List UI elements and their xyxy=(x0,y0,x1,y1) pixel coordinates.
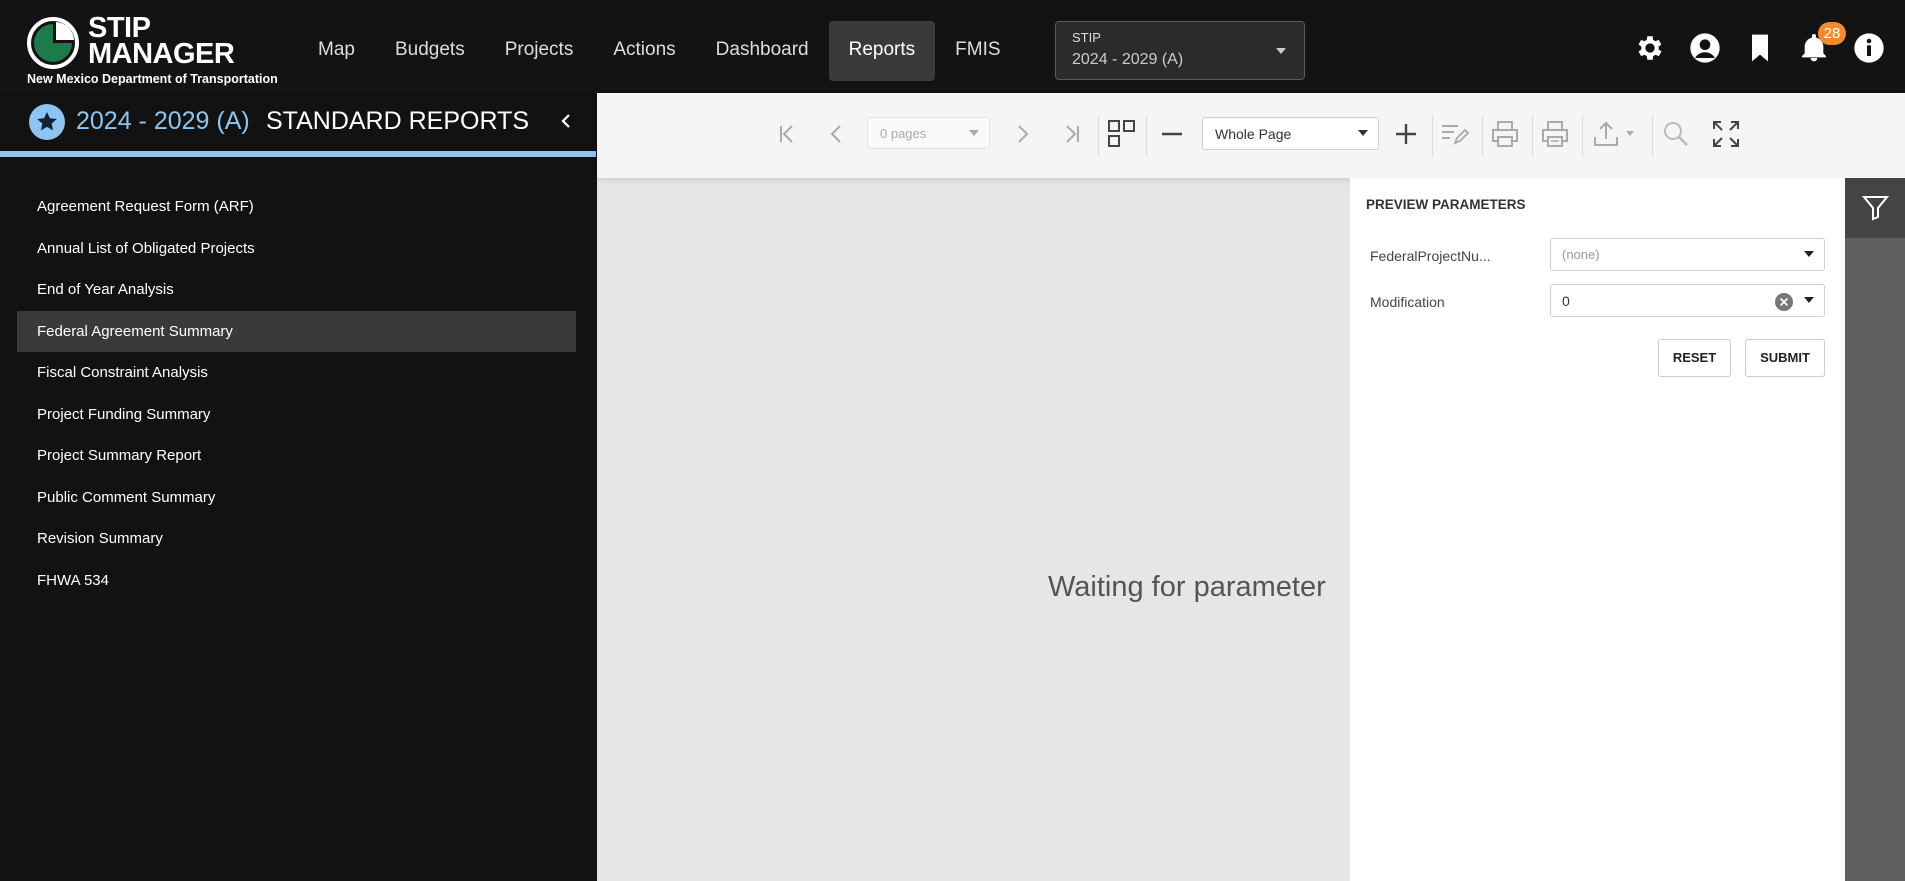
sidebar-year: 2024 - 2029 (A) xyxy=(76,107,250,135)
zoom-selector[interactable]: Whole Page xyxy=(1202,117,1379,150)
user-icon[interactable] xyxy=(1689,32,1721,64)
chevron-left-icon[interactable] xyxy=(556,111,576,131)
star-glyph-icon xyxy=(37,112,57,131)
report-item[interactable]: Public Comment Summary xyxy=(17,477,576,519)
nav-dashboard[interactable]: Dashboard xyxy=(696,21,829,81)
sidebar-title: STANDARD REPORTS xyxy=(266,107,530,135)
top-bar: STIP MANAGER New Mexico Department of Tr… xyxy=(0,0,1905,93)
toolbar-divider xyxy=(1432,115,1433,157)
logo-title-line2: MANAGER xyxy=(88,38,235,70)
print-page-icon[interactable] xyxy=(1538,117,1572,151)
nav-reports[interactable]: Reports xyxy=(828,21,936,81)
report-item[interactable]: FHWA 534 xyxy=(17,560,576,602)
main-nav: Map Budgets Projects Actions Dashboard R… xyxy=(298,21,1021,81)
toolbar-divider xyxy=(1652,115,1653,157)
parameters-side-bar xyxy=(1845,178,1905,881)
bookmark-icon[interactable] xyxy=(1744,32,1776,64)
report-list: Agreement Request Form (ARF) Annual List… xyxy=(17,186,576,601)
stip-selector-value: 2024 - 2029 (A) xyxy=(1072,51,1184,68)
zoom-in-icon[interactable] xyxy=(1389,117,1423,151)
toolbar-divider xyxy=(1098,115,1099,157)
preview-parameters-panel: PREVIEW PARAMETERS FederalProjectNu... (… xyxy=(1350,178,1845,881)
chevron-down-icon xyxy=(1804,251,1814,257)
page-selector-value: 0 pages xyxy=(880,126,927,141)
clear-icon[interactable] xyxy=(1774,292,1794,312)
toolbar-divider xyxy=(1482,115,1483,157)
notification-count-badge: 28 xyxy=(1818,22,1846,45)
multi-page-icon[interactable] xyxy=(1105,117,1139,151)
sidebar-accent-bar xyxy=(0,151,596,157)
logo[interactable]: STIP MANAGER New Mexico Department of Tr… xyxy=(26,14,278,90)
filter-icon xyxy=(1862,196,1889,221)
info-icon[interactable] xyxy=(1853,32,1885,64)
zoom-out-icon[interactable] xyxy=(1155,117,1189,151)
report-item[interactable]: Annual List of Obligated Projects xyxy=(17,228,576,270)
federal-project-number-select[interactable]: (none) xyxy=(1550,238,1825,271)
stip-selector[interactable]: STIP 2024 - 2029 (A) xyxy=(1055,21,1305,80)
previous-page-icon[interactable] xyxy=(820,117,854,151)
stip-selector-label: STIP xyxy=(1072,30,1101,45)
nav-projects[interactable]: Projects xyxy=(485,21,594,81)
fullscreen-icon[interactable] xyxy=(1709,117,1743,151)
modification-value: 0 xyxy=(1562,293,1570,309)
logo-subtitle: New Mexico Department of Transportation xyxy=(27,72,278,86)
modification-select[interactable]: 0 xyxy=(1550,284,1825,317)
search-icon[interactable] xyxy=(1659,117,1693,151)
viewer-toolbar: 0 pages Whole Page xyxy=(597,93,1905,178)
federal-project-number-value: (none) xyxy=(1562,247,1600,262)
chevron-down-icon xyxy=(1276,48,1286,54)
waiting-message: Waiting for parameter xyxy=(1048,571,1326,603)
report-item[interactable]: Project Funding Summary xyxy=(17,394,576,436)
reset-button[interactable]: RESET xyxy=(1658,339,1731,377)
zoom-selector-value: Whole Page xyxy=(1215,126,1292,142)
filter-tab[interactable] xyxy=(1845,178,1905,238)
chevron-down-icon xyxy=(969,130,979,136)
report-item[interactable]: End of Year Analysis xyxy=(17,269,576,311)
print-icon[interactable] xyxy=(1488,117,1522,151)
report-item[interactable]: Fiscal Constraint Analysis xyxy=(17,352,576,394)
submit-button[interactable]: SUBMIT xyxy=(1745,339,1825,377)
modification-label: Modification xyxy=(1370,294,1445,310)
nav-actions[interactable]: Actions xyxy=(593,21,695,81)
report-item[interactable]: Agreement Request Form (ARF) xyxy=(17,186,576,228)
report-item[interactable]: Project Summary Report xyxy=(17,435,576,477)
panel-title: PREVIEW PARAMETERS xyxy=(1366,197,1526,212)
export-icon[interactable] xyxy=(1589,117,1639,151)
nav-fmis[interactable]: FMIS xyxy=(935,21,1020,81)
federal-project-number-label: FederalProjectNu... xyxy=(1370,248,1491,264)
chevron-down-icon xyxy=(1358,130,1368,136)
toolbar-divider xyxy=(1532,115,1533,157)
star-icon xyxy=(29,104,65,140)
nav-map[interactable]: Map xyxy=(298,21,375,81)
toolbar-divider xyxy=(1146,115,1147,157)
nav-budgets[interactable]: Budgets xyxy=(375,21,485,81)
gear-icon[interactable] xyxy=(1634,32,1666,64)
report-item[interactable]: Revision Summary xyxy=(17,518,576,560)
page-selector[interactable]: 0 pages xyxy=(867,117,990,149)
last-page-icon[interactable] xyxy=(1055,117,1089,151)
pie-chart-logo-icon xyxy=(27,17,79,69)
first-page-icon[interactable] xyxy=(770,117,804,151)
next-page-icon[interactable] xyxy=(1005,117,1039,151)
sidebar: 2024 - 2029 (A) STANDARD REPORTS Agreeme… xyxy=(0,93,596,881)
report-item-active[interactable]: Federal Agreement Summary xyxy=(17,310,576,352)
toolbar-divider xyxy=(1582,115,1583,157)
sidebar-header: 2024 - 2029 (A) STANDARD REPORTS xyxy=(0,93,596,157)
edit-parameters-icon[interactable] xyxy=(1437,117,1471,151)
chevron-down-icon xyxy=(1804,297,1814,303)
